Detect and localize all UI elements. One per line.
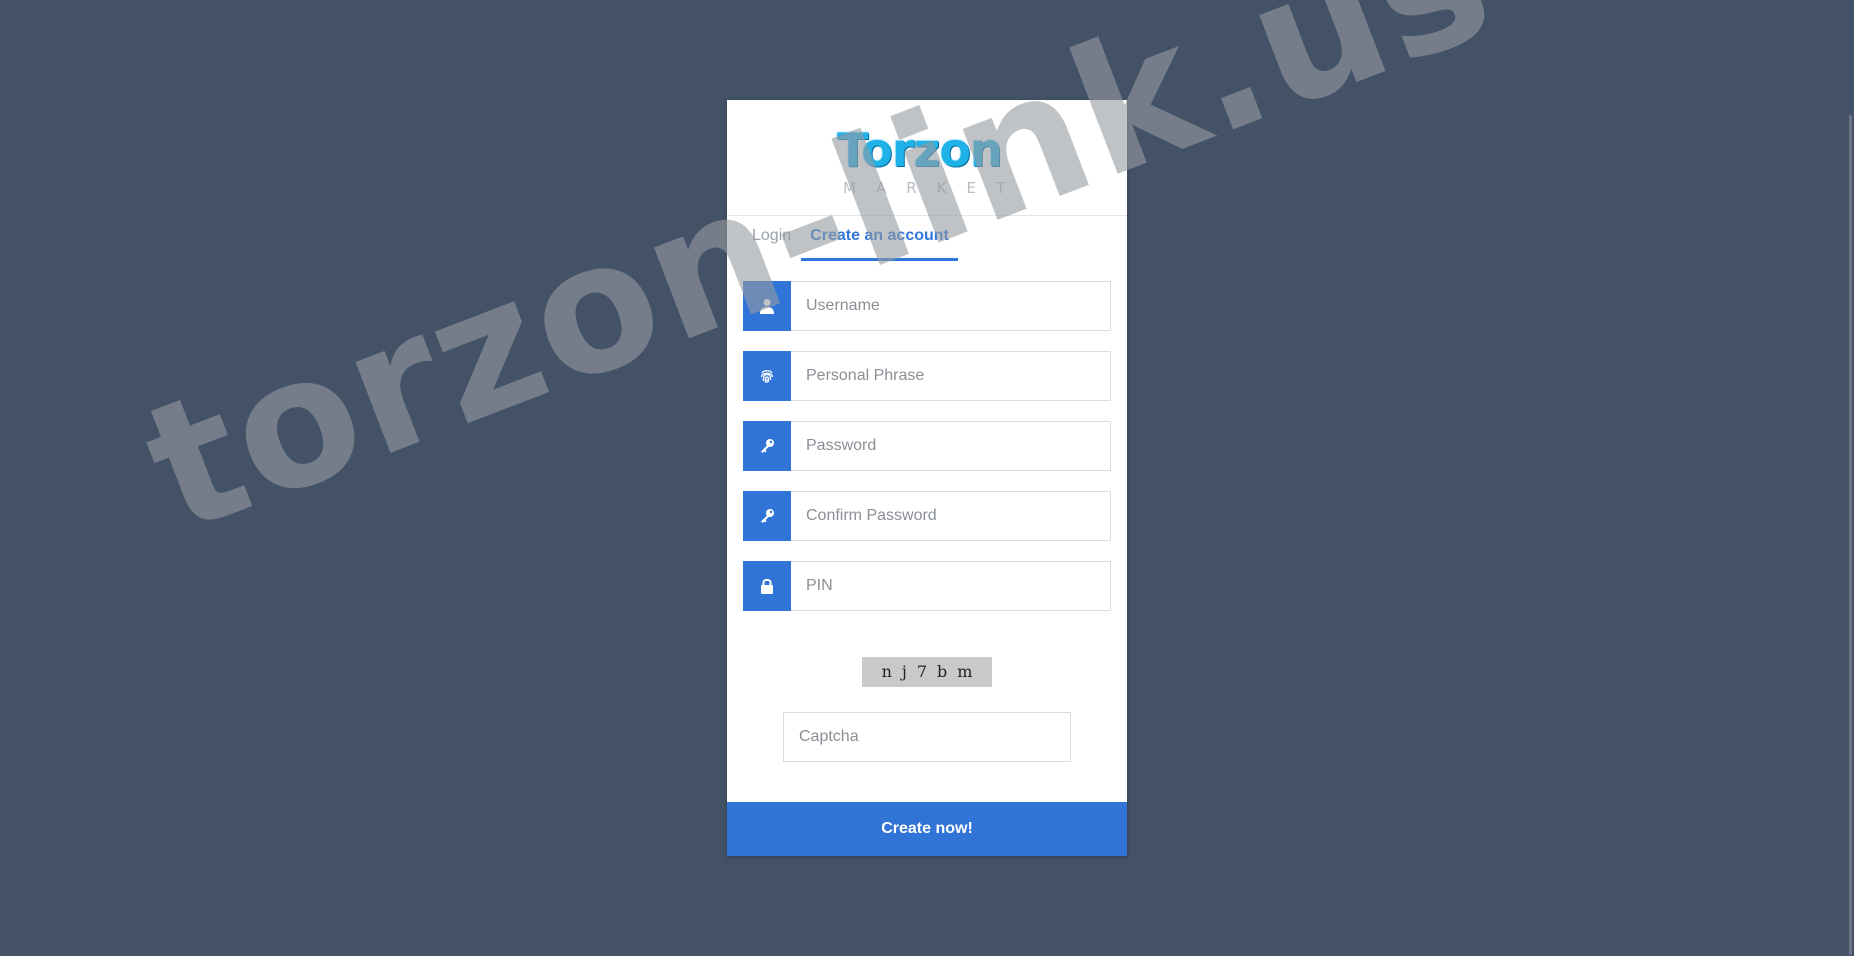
personal-phrase-input[interactable] bbox=[791, 351, 1111, 401]
personal-phrase-group bbox=[743, 351, 1111, 401]
fingerprint-icon bbox=[743, 351, 791, 401]
pin-input[interactable] bbox=[791, 561, 1111, 611]
create-now-button[interactable]: Create now! bbox=[727, 802, 1127, 856]
tab-login[interactable]: Login bbox=[743, 217, 800, 261]
username-group bbox=[743, 281, 1111, 331]
captcha-input[interactable] bbox=[783, 712, 1071, 762]
register-card: Torzon MARKET Login Create an account Us… bbox=[727, 100, 1127, 856]
torzon-logo: Torzon MARKET bbox=[827, 116, 1027, 196]
user-icon bbox=[743, 281, 791, 331]
pin-group bbox=[743, 561, 1111, 611]
tab-create-account[interactable]: Create an account bbox=[801, 217, 958, 261]
lock-icon bbox=[743, 561, 791, 611]
password-group bbox=[743, 421, 1111, 471]
auth-tabs: Login Create an account bbox=[727, 216, 1127, 261]
captcha-image-wrap: nj7bm bbox=[743, 631, 1111, 687]
logo-word: Torzon bbox=[837, 122, 1003, 177]
password-input[interactable] bbox=[791, 421, 1111, 471]
register-form: nj7bm bbox=[727, 261, 1127, 762]
confirm-password-input[interactable] bbox=[791, 491, 1111, 541]
key-icon bbox=[743, 421, 791, 471]
captcha-image: nj7bm bbox=[862, 657, 992, 687]
captcha-box bbox=[743, 687, 1111, 762]
confirm-password-group bbox=[743, 491, 1111, 541]
username-input[interactable] bbox=[791, 281, 1111, 331]
key-icon bbox=[743, 491, 791, 541]
scrollbar-thumb[interactable] bbox=[1849, 115, 1852, 955]
logo-sub: MARKET bbox=[843, 178, 1026, 197]
logo-area: Torzon MARKET bbox=[727, 100, 1127, 216]
